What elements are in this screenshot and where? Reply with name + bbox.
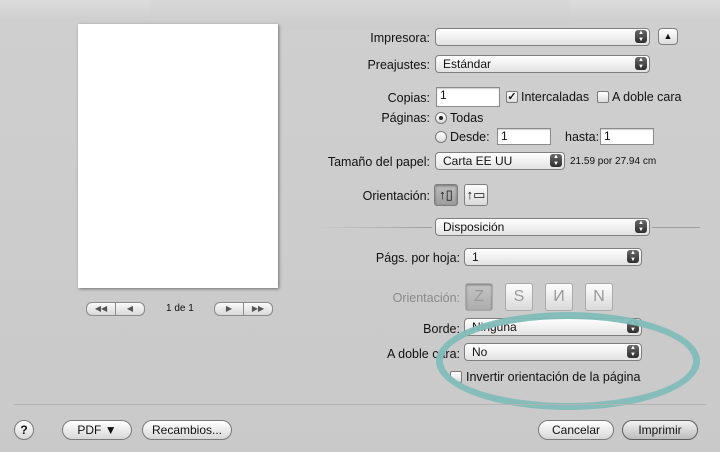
portrait-orientation-icon: ↑▯ xyxy=(439,187,453,202)
border-value: Ninguna xyxy=(472,320,517,334)
print-button[interactable]: Imprimir xyxy=(622,420,698,440)
collapse-button[interactable]: ▲ xyxy=(658,28,678,45)
paper-size-label: Tamaño del papel: xyxy=(327,155,430,169)
pages-per-sheet-value: 1 xyxy=(472,250,479,264)
first-page-button[interactable]: ◀◀ xyxy=(86,302,115,316)
layout-direction-n-button[interactable]: N xyxy=(585,283,613,311)
collated-checkbox[interactable]: ✓ xyxy=(506,91,518,103)
reverse-orientation-label: Invertir orientación de la página xyxy=(466,370,641,384)
next-page-button[interactable]: ▶ xyxy=(214,302,243,316)
supplies-button[interactable]: Recambios... xyxy=(142,420,232,440)
up-down-arrows-icon: ▲ ▼ xyxy=(550,154,562,167)
print-dialog: ◀◀ ◀ 1 de 1 ▶ ▶▶ Impresora: ▲ ▼ ▲ Preajus… xyxy=(0,0,720,452)
presets-value: Estándar xyxy=(443,57,492,71)
copies-label: Copias: xyxy=(387,91,430,105)
up-down-arrows-icon: ▲ ▼ xyxy=(635,220,647,233)
copies-field[interactable]: 1 xyxy=(436,87,500,107)
triangle-up-icon: ▲ xyxy=(663,31,673,41)
help-button[interactable]: ? xyxy=(14,420,34,440)
orientation-label: Orientación: xyxy=(362,189,430,203)
up-down-arrows-icon: ▲ ▼ xyxy=(627,320,639,333)
layout-direction-z-button[interactable]: Z xyxy=(465,283,493,311)
pages-label: Páginas: xyxy=(381,111,430,125)
preview-nav-back: ◀◀ ◀ xyxy=(86,302,145,316)
pages-all-label: Todas xyxy=(450,111,484,125)
up-down-arrows-icon: ▲ ▼ xyxy=(635,57,647,70)
pages-from-field[interactable]: 1 xyxy=(497,128,551,145)
pages-per-sheet-popup[interactable]: 1 ▲ ▼ xyxy=(464,248,642,266)
paper-size-value: Carta EE UU xyxy=(443,154,513,168)
border-popup[interactable]: Ninguna ▲ ▼ xyxy=(464,318,642,336)
up-down-arrows-icon: ▲ ▼ xyxy=(627,345,639,358)
section-popup[interactable]: Disposición ▲ ▼ xyxy=(435,218,650,236)
printer-popup[interactable]: ▲ ▼ xyxy=(435,28,650,46)
border-label: Borde: xyxy=(423,322,460,336)
layout-direction-s-button[interactable]: S xyxy=(505,283,533,311)
presets-popup[interactable]: Estándar ▲ ▼ xyxy=(435,55,650,73)
page-count: 1 de 1 xyxy=(166,303,194,314)
two-sided-popup[interactable]: No ▲ ▼ xyxy=(464,343,642,361)
section-divider-right xyxy=(652,227,700,228)
printer-label: Impresora: xyxy=(370,31,430,45)
landscape-orientation-icon: ↑▭ xyxy=(466,187,486,202)
two-sided-value: No xyxy=(472,345,488,359)
layout-direction-n-reverse-button[interactable]: И xyxy=(545,283,573,311)
two-sided-label: A doble cara: xyxy=(387,347,460,361)
paper-dimensions: 21.59 por 27.94 cm xyxy=(570,156,657,167)
layout-direction-label: Orientación: xyxy=(392,291,460,305)
pages-all-radio[interactable] xyxy=(435,112,447,124)
up-down-arrows-icon: ▲ ▼ xyxy=(627,250,639,263)
pages-from-label: Desde: xyxy=(450,130,490,144)
section-value: Disposición xyxy=(443,220,505,234)
footer-divider xyxy=(14,404,706,405)
last-page-button[interactable]: ▶▶ xyxy=(243,302,273,316)
pages-range-radio[interactable] xyxy=(435,131,447,143)
collated-label: Intercaladas xyxy=(521,90,590,104)
pdf-menu-button[interactable]: PDF ▼ xyxy=(62,420,132,440)
up-down-arrows-icon: ▲ ▼ xyxy=(635,30,647,43)
landscape-button[interactable]: ↑▭ xyxy=(464,184,488,206)
page-preview xyxy=(78,24,278,288)
presets-label: Preajustes: xyxy=(367,58,430,72)
duplex-label: A doble cara xyxy=(612,90,682,104)
pages-per-sheet-label: Págs. por hoja: xyxy=(375,251,460,265)
preview-nav-forward: ▶ ▶▶ xyxy=(214,302,273,316)
portrait-button[interactable]: ↑▯ xyxy=(434,184,458,206)
section-divider-left xyxy=(314,227,432,228)
pages-to-field[interactable]: 1 xyxy=(600,128,654,145)
pages-to-label: hasta: xyxy=(565,130,600,144)
duplex-checkbox[interactable] xyxy=(597,91,609,103)
paper-size-popup[interactable]: Carta EE UU ▲ ▼ xyxy=(435,152,565,170)
cancel-button[interactable]: Cancelar xyxy=(538,420,614,440)
previous-page-button[interactable]: ◀ xyxy=(115,302,145,316)
reverse-orientation-checkbox[interactable] xyxy=(450,371,462,383)
